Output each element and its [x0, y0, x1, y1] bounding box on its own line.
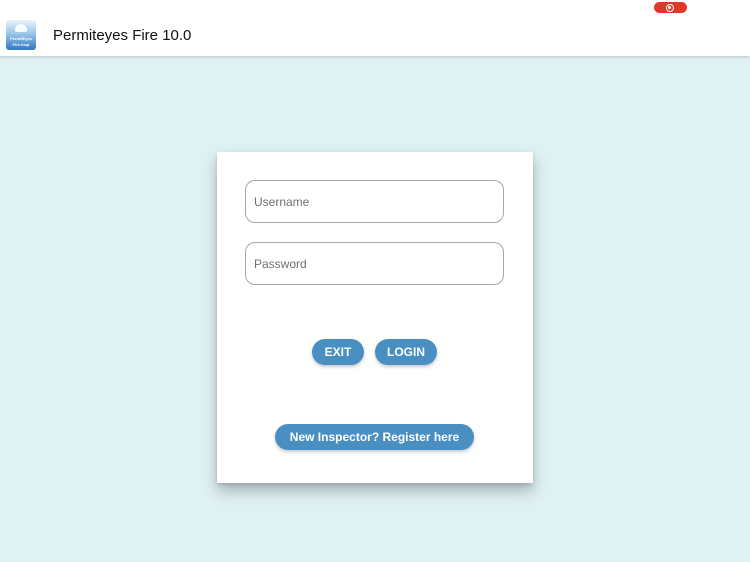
app-logo-icon: PermitEyes Fire Insp	[6, 20, 36, 50]
register-button[interactable]: New Inspector? Register here	[275, 424, 474, 450]
login-button[interactable]: LOGIN	[375, 339, 437, 365]
logo-text-line2: Fire Insp	[12, 42, 30, 47]
logo-dome	[15, 24, 27, 32]
app-title: Permiteyes Fire 10.0	[53, 27, 192, 44]
exit-button[interactable]: EXIT	[312, 339, 364, 365]
record-ring-icon	[666, 3, 674, 12]
username-input[interactable]	[245, 180, 504, 223]
app-header: PermitEyes Fire Insp Permiteyes Fire 10.…	[0, 0, 750, 56]
password-input[interactable]	[245, 242, 504, 285]
logo-text-line1: PermitEyes	[10, 36, 32, 41]
login-card: EXIT LOGIN New Inspector? Register here	[217, 152, 533, 483]
screen-record-icon[interactable]	[654, 2, 687, 13]
